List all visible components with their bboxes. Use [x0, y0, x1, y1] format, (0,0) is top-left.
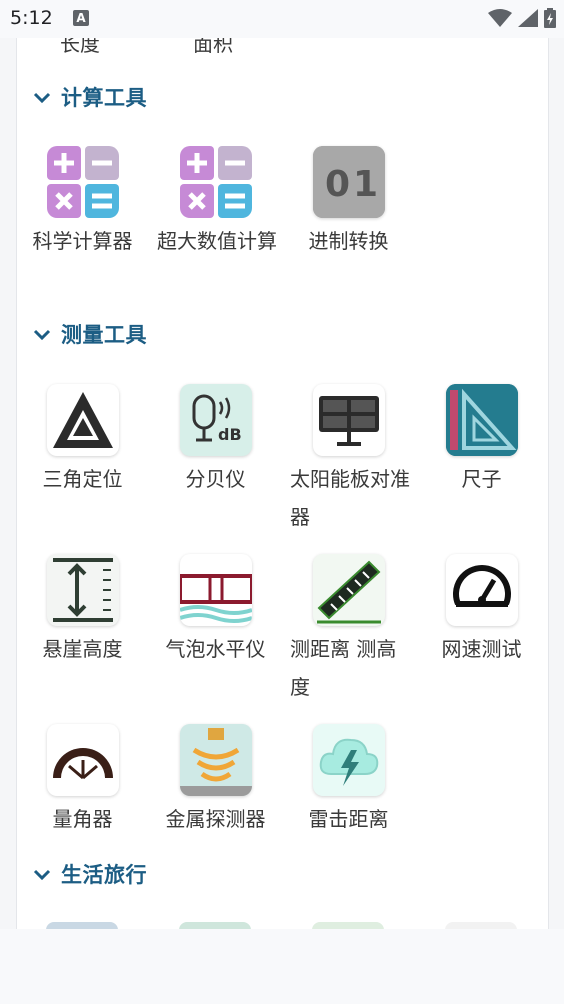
tool-binary-converter[interactable]: 0 1 进制转换 [282, 146, 415, 260]
decibel-meter-icon: dB [179, 384, 252, 456]
tool-scientific-calculator[interactable]: 科学计算器 [16, 146, 149, 260]
section-title: 生活旅行 [61, 863, 147, 887]
section-header-measure[interactable]: 测量工具 [33, 319, 147, 349]
navigation-bar [0, 929, 564, 1004]
tool-label: 尺子 [461, 467, 502, 491]
tool-cliff-height[interactable]: 悬崖高度 [16, 554, 149, 668]
svg-text:dB: dB [218, 425, 242, 444]
tool-decibel-meter[interactable]: dB 分贝仪 [149, 384, 282, 498]
speedometer-icon [445, 554, 518, 626]
wifi-icon [488, 9, 512, 27]
notification-icon: A [73, 10, 89, 26]
protractor-icon [46, 724, 119, 796]
tool-label: 三角定位 [42, 467, 123, 491]
tool-label: 气泡水平仪 [165, 637, 266, 661]
tool-speed-test[interactable]: 网速测试 [415, 554, 548, 668]
section-header-calc[interactable]: 计算工具 [33, 82, 147, 112]
signal-icon [518, 9, 538, 27]
peek-icon[interactable] [179, 922, 251, 929]
chevron-down-icon [33, 869, 51, 881]
tool-solar-panel-aligner[interactable]: 太阳能板对准器 [282, 384, 415, 536]
section-title: 计算工具 [61, 86, 147, 110]
battery-icon [544, 8, 556, 28]
tool-lightning-distance[interactable]: 雷击距离 [282, 724, 415, 838]
tool-label: 悬崖高度 [42, 637, 123, 661]
svg-text:0: 0 [325, 164, 350, 205]
peek-icon[interactable] [312, 922, 384, 929]
tool-label: 量角器 [52, 807, 113, 831]
calculator-icon [46, 146, 119, 218]
cut-label-length[interactable]: 长度 [60, 38, 100, 57]
tool-label: 太阳能板对准器 [290, 467, 410, 529]
status-bar: 5:12 A [0, 0, 564, 38]
tool-ruler[interactable]: 尺子 [415, 384, 548, 498]
tool-list[interactable]: 长度 面积 计算工具 科学计算器 超大数值计算 0 1 进制转换 测量工具 三角… [0, 38, 564, 929]
tool-label: 雷击距离 [308, 807, 389, 831]
peek-icon[interactable] [46, 922, 118, 929]
metal-detector-icon [179, 724, 252, 796]
tool-label: 分贝仪 [185, 467, 246, 491]
tool-metal-detector[interactable]: 金属探测器 [149, 724, 282, 838]
tool-label: 科学计算器 [32, 229, 133, 253]
status-icons [488, 8, 556, 28]
tool-label: 进制转换 [308, 229, 389, 253]
bubble-level-icon [179, 554, 252, 626]
solar-panel-icon [312, 384, 385, 456]
status-time: 5:12 [10, 7, 53, 29]
cut-label-area[interactable]: 面积 [193, 38, 233, 57]
distance-ruler-icon [312, 554, 385, 626]
tool-triangle-locate[interactable]: 三角定位 [16, 384, 149, 498]
tool-label: 测距离 测高度 [290, 637, 397, 699]
binary-converter-icon: 0 1 [312, 146, 385, 218]
tool-protractor[interactable]: 量角器 [16, 724, 149, 838]
tool-label: 金属探测器 [165, 807, 266, 831]
cliff-height-icon [46, 554, 119, 626]
section-header-travel[interactable]: 生活旅行 [33, 859, 147, 889]
tool-label: 网速测试 [441, 637, 522, 661]
tool-distance-height[interactable]: 测距离 测高度 [282, 554, 415, 706]
lightning-cloud-icon [312, 724, 385, 796]
tool-label: 超大数值计算 [157, 229, 277, 253]
tool-bubble-level[interactable]: 气泡水平仪 [149, 554, 282, 668]
tool-big-number-calculator[interactable]: 超大数值计算 [149, 146, 282, 260]
peek-icon[interactable] [445, 922, 517, 929]
svg-text:1: 1 [353, 164, 378, 205]
triangle-icon [46, 384, 119, 456]
chevron-down-icon [33, 329, 51, 341]
section-title: 测量工具 [61, 323, 147, 347]
chevron-down-icon [33, 92, 51, 104]
big-number-calculator-icon [179, 146, 252, 218]
ruler-icon [445, 384, 518, 456]
